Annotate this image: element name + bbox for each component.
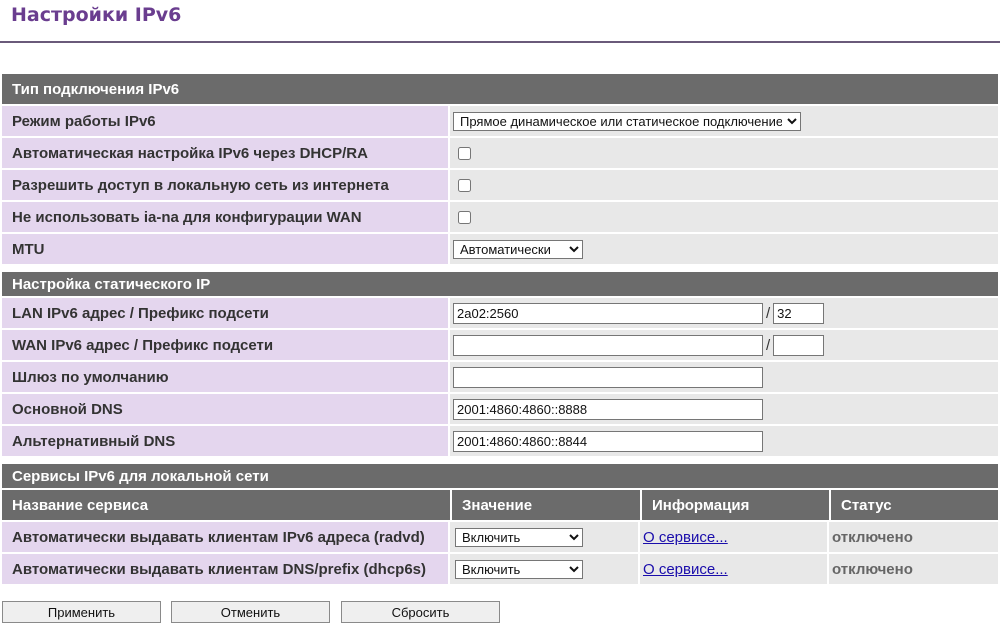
section-title: Настройка статического IP bbox=[2, 266, 999, 296]
row-gateway: Шлюз по умолчанию bbox=[2, 362, 999, 392]
column-header-name: Название сервиса bbox=[2, 490, 450, 520]
dhcp6s-info-link[interactable]: О сервисе... bbox=[643, 561, 728, 578]
row-mode: Режим работы IPv6 Прямое динамическое ил… bbox=[2, 106, 999, 136]
row-dns1: Основной DNS bbox=[2, 394, 999, 424]
wan-label: WAN IPv6 адрес / Префикс подсети bbox=[2, 330, 450, 360]
column-header-status: Статус bbox=[829, 490, 999, 520]
row-lan: LAN IPv6 адрес / Префикс подсети / bbox=[2, 298, 999, 328]
row-auto-dhcp: Автоматическая настройка IPv6 через DHCP… bbox=[2, 138, 999, 168]
section-title: Сервисы IPv6 для локальной сети bbox=[2, 458, 999, 488]
radvd-info-link[interactable]: О сервисе... bbox=[643, 529, 728, 546]
lan-prefix-input[interactable] bbox=[773, 302, 825, 324]
no-iana-checkbox[interactable] bbox=[458, 211, 471, 225]
reset-button[interactable]: Сбросить bbox=[341, 601, 500, 623]
prefix-separator: / bbox=[766, 336, 771, 354]
service-name: Автоматически выдавать клиентам IPv6 адр… bbox=[2, 522, 450, 552]
dns1-label: Основной DNS bbox=[2, 394, 450, 424]
dhcp6s-status: отключено bbox=[829, 554, 999, 584]
radvd-select[interactable]: Включить bbox=[455, 527, 583, 547]
lan-address-input[interactable] bbox=[453, 302, 763, 324]
auto-dhcp-checkbox[interactable] bbox=[458, 147, 471, 161]
column-header-value: Значение bbox=[450, 490, 640, 520]
title-divider bbox=[0, 41, 1000, 43]
section-header-static: Настройка статического IP bbox=[2, 266, 999, 296]
gateway-input[interactable] bbox=[453, 366, 763, 388]
lan-label: LAN IPv6 адрес / Префикс подсети bbox=[2, 298, 450, 328]
row-no-iana: Не использовать ia-na для конфигурации W… bbox=[2, 202, 999, 232]
column-header-info: Информация bbox=[640, 490, 829, 520]
dns2-label: Альтернативный DNS bbox=[2, 426, 450, 456]
service-row-dhcp6s: Автоматически выдавать клиентам DNS/pref… bbox=[2, 554, 999, 584]
row-allow-access: Разрешить доступ в локальную сеть из инт… bbox=[2, 170, 999, 200]
mtu-select[interactable]: Автоматически bbox=[453, 239, 583, 259]
section-header-services: Сервисы IPv6 для локальной сети bbox=[2, 458, 999, 488]
page-title: Настройки IPv6 bbox=[11, 4, 182, 26]
dns1-input[interactable] bbox=[453, 398, 763, 420]
dhcp6s-select[interactable]: Включить bbox=[455, 559, 583, 579]
service-name: Автоматически выдавать клиентам DNS/pref… bbox=[2, 554, 450, 584]
mode-select[interactable]: Прямое динамическое или статическое подк… bbox=[453, 111, 801, 131]
service-row-radvd: Автоматически выдавать клиентам IPv6 адр… bbox=[2, 522, 999, 552]
allow-access-label: Разрешить доступ в локальную сеть из инт… bbox=[2, 170, 450, 200]
cancel-button[interactable]: Отменить bbox=[171, 601, 330, 623]
section-title: Тип подключения IPv6 bbox=[2, 74, 999, 104]
auto-dhcp-label: Автоматическая настройка IPv6 через DHCP… bbox=[2, 138, 450, 168]
dns2-input[interactable] bbox=[453, 430, 763, 452]
mtu-label: MTU bbox=[2, 234, 450, 264]
row-wan: WAN IPv6 адрес / Префикс подсети / bbox=[2, 330, 999, 360]
row-dns2: Альтернативный DNS bbox=[2, 426, 999, 456]
services-column-headers: Название сервиса Значение Информация Ста… bbox=[2, 490, 999, 520]
row-mtu: MTU Автоматически bbox=[2, 234, 999, 264]
wan-prefix-input[interactable] bbox=[773, 334, 825, 356]
settings-table: Тип подключения IPv6 Режим работы IPv6 П… bbox=[2, 72, 999, 586]
radvd-status: отключено bbox=[829, 522, 999, 552]
wan-address-input[interactable] bbox=[453, 334, 763, 356]
prefix-separator: / bbox=[766, 304, 771, 322]
mode-label: Режим работы IPv6 bbox=[2, 106, 450, 136]
section-header-connection: Тип подключения IPv6 bbox=[2, 74, 999, 104]
allow-access-checkbox[interactable] bbox=[458, 179, 471, 193]
gateway-label: Шлюз по умолчанию bbox=[2, 362, 450, 392]
no-iana-label: Не использовать ia-na для конфигурации W… bbox=[2, 202, 450, 232]
apply-button[interactable]: Применить bbox=[2, 601, 161, 623]
